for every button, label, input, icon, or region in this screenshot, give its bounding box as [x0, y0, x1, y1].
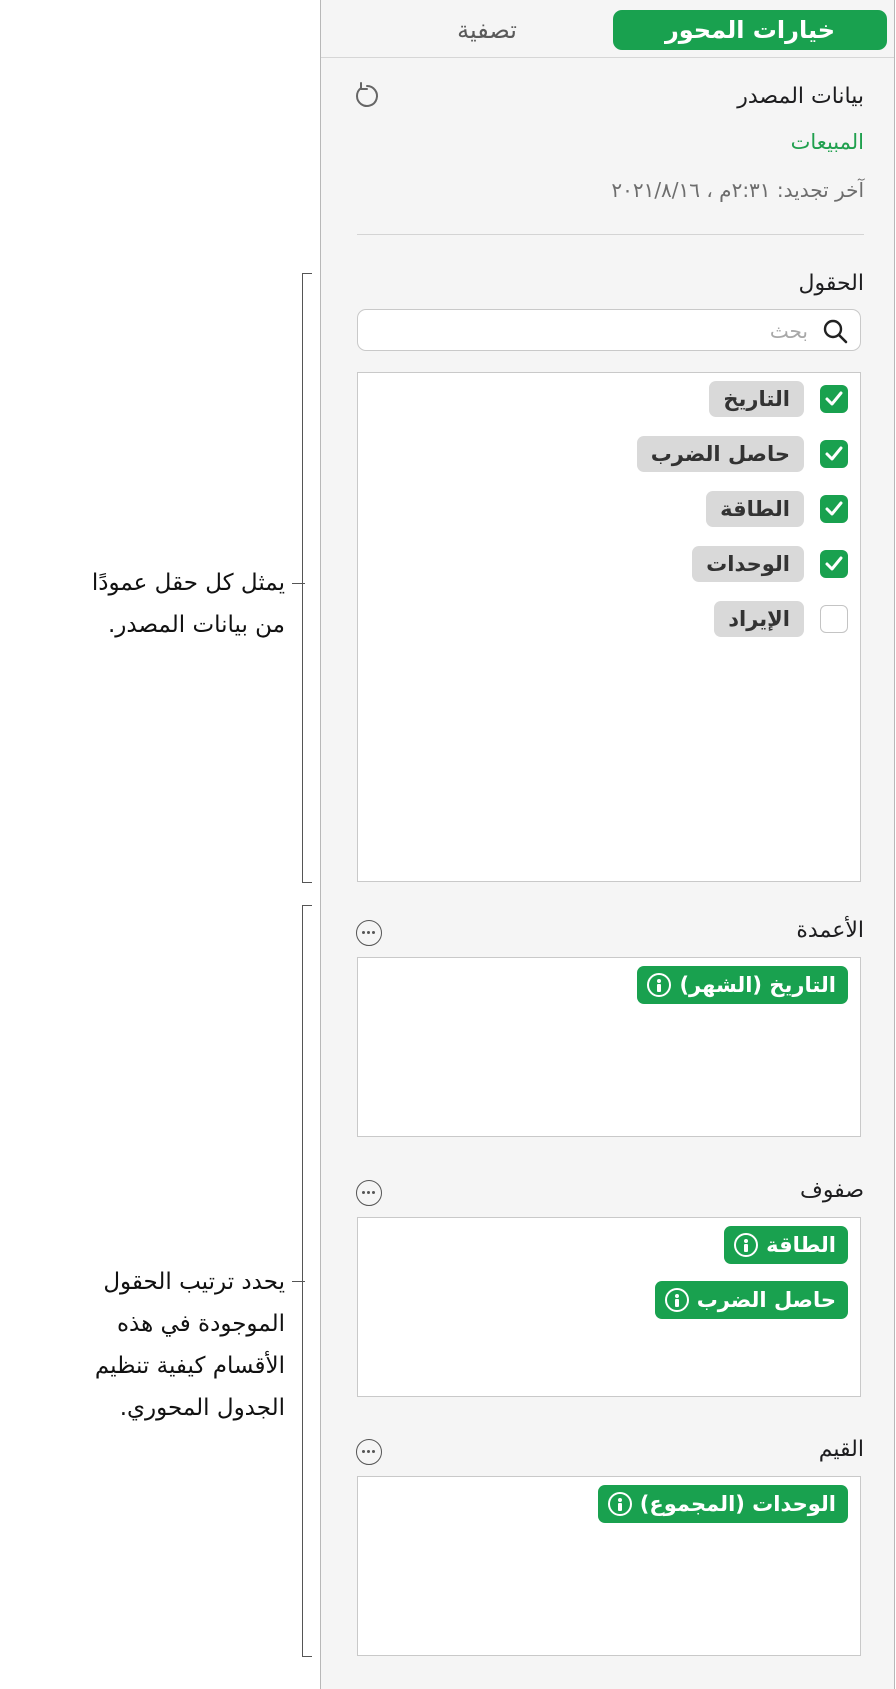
sections-annotation-line-1: يحدد ترتيب الحقول [103, 1269, 285, 1295]
rows-drop-area[interactable]: الطاقة حاصل الضرب [357, 1217, 861, 1397]
sections-annotation-line-3: الأقسام كيفية تنظيم [94, 1353, 285, 1379]
field-chip-units[interactable]: الوحدات [692, 546, 804, 582]
checkmark-icon [825, 501, 843, 516]
rows-more-icon[interactable] [356, 1180, 382, 1206]
value-pill-units-sum[interactable]: الوحدات (المجموع) [597, 1485, 848, 1523]
checkmark-icon [825, 556, 843, 571]
pivot-options-panel: خيارات المحور تصفية بيانات المصدر المبيع… [320, 0, 895, 1689]
search-input[interactable] [406, 316, 810, 346]
row-pill-label: الطاقة [766, 1233, 836, 1257]
sections-annotation: يحدد ترتيب الحقول الموجودة في هذه الأقسا… [95, 1261, 285, 1429]
columns-drop-area[interactable]: التاريخ (الشهر) [357, 957, 861, 1137]
column-pill-date-month[interactable]: التاريخ (الشهر) [637, 966, 848, 1004]
info-icon[interactable] [607, 1492, 632, 1516]
fields-annotation-line-2: من بيانات المصدر. [108, 612, 285, 638]
value-pill-label: الوحدات (المجموع) [639, 1492, 836, 1516]
last-refresh-text: آخر تجديد: ٢:٣١م ، ٢٠٢١/٨/١٦ [611, 178, 864, 202]
source-data-heading: بيانات المصدر [737, 84, 864, 109]
info-icon[interactable] [734, 1233, 759, 1257]
row-pill-product[interactable]: حاصل الضرب [654, 1281, 848, 1319]
sections-annotation-line-2: الموجودة في هذه [116, 1311, 285, 1337]
values-heading: القيم [818, 1437, 864, 1462]
fields-annotation: يمثل كل حقل عمودًا من بيانات المصدر. [92, 562, 285, 646]
fields-callout-line [292, 583, 305, 584]
search-field[interactable] [357, 309, 861, 351]
field-chip-revenue[interactable]: الإيراد [714, 601, 804, 637]
field-checkbox-units[interactable] [820, 550, 848, 578]
checkmark-icon [825, 391, 843, 406]
values-drop-area[interactable]: الوحدات (المجموع) [357, 1476, 861, 1656]
field-chip-energy[interactable]: الطاقة [706, 491, 804, 527]
info-icon[interactable] [664, 1288, 689, 1312]
rows-heading: صفوف [800, 1178, 864, 1203]
search-icon [823, 319, 848, 344]
field-checkbox-revenue[interactable] [820, 605, 848, 633]
field-chip-product[interactable]: حاصل الضرب [636, 436, 804, 472]
field-checkbox-date[interactable] [820, 385, 848, 413]
source-name[interactable]: المبيعات [791, 130, 864, 154]
field-checkbox-product[interactable] [820, 440, 848, 468]
row-pill-energy[interactable]: الطاقة [724, 1226, 848, 1264]
columns-heading: الأعمدة [796, 918, 864, 943]
divider [357, 234, 864, 235]
checkmark-icon [825, 446, 843, 461]
field-checkbox-energy[interactable] [820, 495, 848, 523]
values-more-icon[interactable] [356, 1439, 382, 1465]
sections-annotation-line-4: الجدول المحوري. [119, 1395, 285, 1421]
tab-filter[interactable]: تصفية [377, 10, 597, 50]
fields-heading: الحقول [798, 271, 865, 296]
info-icon[interactable] [647, 973, 672, 997]
columns-more-icon[interactable] [356, 920, 382, 946]
row-pill-label: حاصل الضرب [696, 1288, 836, 1312]
fields-annotation-line-1: يمثل كل حقل عمودًا [91, 570, 285, 596]
field-chip-date[interactable]: التاريخ [709, 381, 804, 417]
sections-callout-line [292, 1281, 305, 1282]
tab-pivot-options[interactable]: خيارات المحور [613, 10, 887, 50]
tab-bar: خيارات المحور تصفية [321, 0, 894, 58]
column-pill-label: التاريخ (الشهر) [679, 973, 836, 997]
fields-list: التاريخ حاصل الضرب الطاقة الوحدات الإيرا… [357, 372, 861, 882]
fields-bracket [302, 273, 312, 883]
refresh-icon[interactable] [353, 82, 381, 110]
